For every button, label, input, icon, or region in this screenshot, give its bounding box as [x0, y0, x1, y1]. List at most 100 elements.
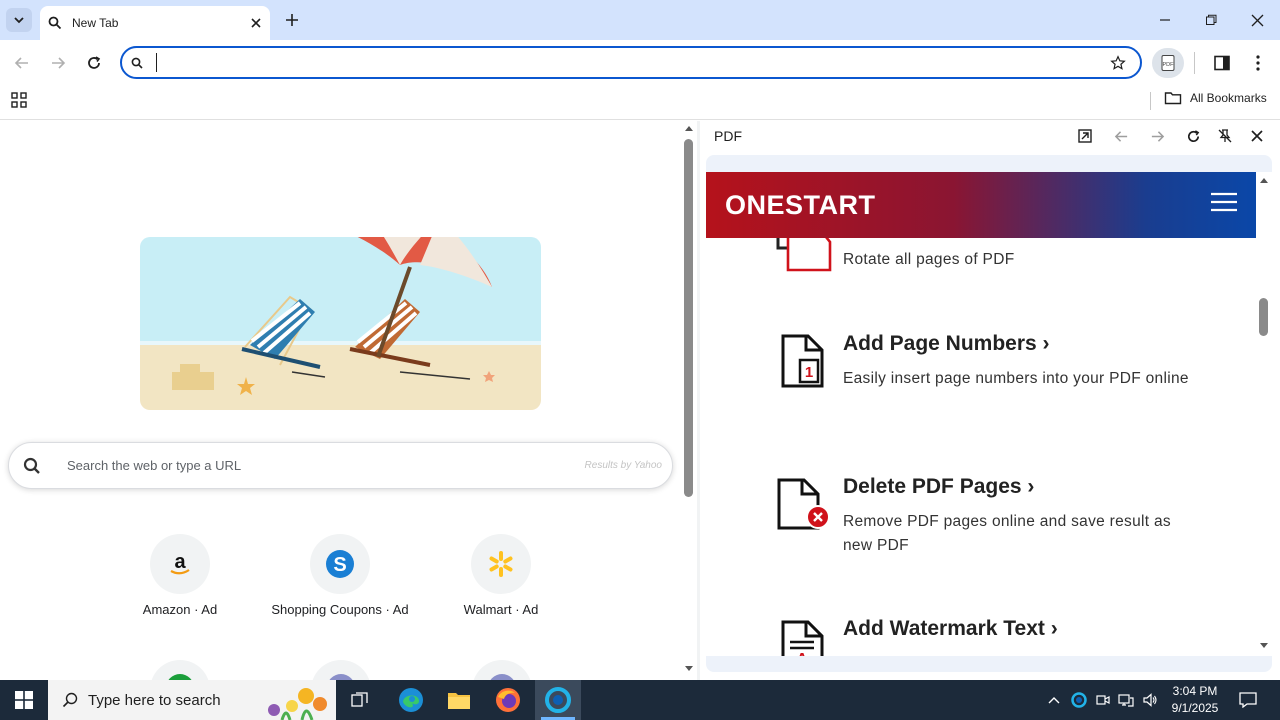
- ntp-scrollbar-thumb[interactable]: [684, 139, 693, 497]
- meet-now-button[interactable]: [1094, 690, 1112, 710]
- site-logo[interactable]: ONESTART: [725, 190, 876, 221]
- shopping-coupons-logo: S: [310, 534, 370, 594]
- delete-pages-icon: [777, 478, 830, 530]
- bookmark-star-button[interactable]: [1107, 52, 1129, 74]
- onestart-icon: [545, 687, 571, 713]
- folder-icon: [1164, 92, 1182, 105]
- clock-date: 9/1/2025: [1171, 701, 1219, 715]
- all-bookmarks-label: All Bookmarks: [1190, 91, 1267, 105]
- ntp-search-box[interactable]: Search the web or type a URL Results by …: [8, 442, 673, 489]
- close-panel-button[interactable]: [1246, 126, 1268, 146]
- clock-time: 3:04 PM: [1172, 684, 1218, 698]
- shortcut-tile-amazon[interactable]: a Amazon · Ad: [100, 534, 260, 617]
- arrow-right-icon: [52, 57, 66, 69]
- shortcut-tile-walmart[interactable]: Walmart · Ad: [421, 534, 581, 617]
- shortcut-tile-partial[interactable]: [150, 660, 210, 680]
- arrow-left-icon: [14, 57, 28, 69]
- pdf-extension-button[interactable]: PDF: [1152, 48, 1184, 78]
- watermark-icon: A: [781, 620, 824, 656]
- close-icon: [1251, 14, 1263, 26]
- tab-search-button[interactable]: [6, 8, 32, 32]
- close-icon: [1251, 130, 1263, 142]
- task-view-icon: [351, 692, 368, 707]
- arrow-right-icon: [1151, 130, 1164, 142]
- firefox-taskbar-button[interactable]: [487, 680, 529, 720]
- start-button[interactable]: [0, 680, 48, 720]
- minimize-button[interactable]: [1152, 8, 1178, 32]
- file-explorer-taskbar-button[interactable]: [438, 680, 480, 720]
- apps-button[interactable]: [8, 90, 30, 110]
- search-icon: [48, 16, 62, 30]
- reload-icon: [88, 56, 101, 69]
- feature-title-page-numbers[interactable]: Add Page Numbers ›: [843, 332, 1050, 356]
- clock[interactable]: 3:04 PM 9/1/2025: [1166, 683, 1224, 717]
- feature-title-delete-pages[interactable]: Delete PDF Pages ›: [843, 475, 1034, 499]
- apps-grid-icon: [11, 92, 27, 108]
- panel-forward-button[interactable]: [1146, 126, 1168, 146]
- scroll-down-icon[interactable]: [1259, 642, 1269, 650]
- close-window-button[interactable]: [1244, 8, 1270, 32]
- onestart-tray-button[interactable]: [1070, 690, 1088, 710]
- feature-desc-delete-pages: Remove PDF pages online and save result …: [843, 513, 1171, 554]
- svg-text:A: A: [796, 651, 808, 656]
- task-view-button[interactable]: [345, 680, 375, 720]
- show-hidden-icons-button[interactable]: [1046, 690, 1062, 710]
- shortcut-tile-shopping-coupons[interactable]: S Shopping Coupons · Ad: [260, 534, 420, 617]
- svg-text:a: a: [174, 551, 186, 573]
- chevron-up-icon: [1048, 697, 1060, 704]
- omnibox-search-icon: [130, 56, 144, 70]
- svg-text:PDF: PDF: [1163, 62, 1175, 68]
- panel-back-button[interactable]: [1110, 126, 1132, 146]
- open-in-new-icon: [1078, 129, 1092, 143]
- hamburger-menu-button[interactable]: [1211, 192, 1237, 212]
- notification-icon: [1239, 692, 1257, 708]
- side-panel-icon: [1214, 55, 1230, 71]
- side-panel-title: PDF: [714, 128, 742, 144]
- feature-desc-rotate: Rotate all pages of PDF: [843, 251, 1015, 268]
- restore-button[interactable]: [1198, 8, 1224, 32]
- shortcut-tile-partial[interactable]: [311, 660, 371, 680]
- feature-desc-page-numbers: Easily insert page numbers into your PDF…: [843, 370, 1189, 387]
- network-button[interactable]: [1117, 690, 1135, 710]
- feature-list: Rotate all pages of PDF 1 Add Page Numbe…: [706, 238, 1256, 656]
- back-button[interactable]: [10, 52, 34, 74]
- onestart-tray-icon: [1071, 692, 1087, 708]
- open-in-tab-button[interactable]: [1074, 126, 1096, 146]
- svg-text:1: 1: [805, 364, 813, 381]
- all-bookmarks-button[interactable]: All Bookmarks: [1164, 91, 1267, 105]
- unpin-button[interactable]: [1214, 126, 1236, 146]
- panel-page-scrollbar[interactable]: [1256, 172, 1272, 656]
- scroll-up-icon[interactable]: [1259, 176, 1269, 184]
- forward-button[interactable]: [46, 52, 70, 74]
- menu-button[interactable]: [1248, 52, 1268, 74]
- pdf-extension-icon: PDF: [1161, 55, 1175, 71]
- edge-taskbar-button[interactable]: [390, 680, 432, 720]
- search-icon: [23, 457, 40, 474]
- close-tab-icon[interactable]: [250, 17, 262, 29]
- notifications-button[interactable]: [1236, 688, 1260, 712]
- panel-reload-button[interactable]: [1182, 126, 1204, 146]
- side-panel-toggle[interactable]: [1210, 52, 1234, 74]
- bookmarks-divider: [1150, 92, 1151, 110]
- feature-title-watermark[interactable]: Add Watermark Text ›: [843, 617, 1058, 641]
- shortcut-tile-partial[interactable]: [472, 660, 532, 680]
- panel-scrollbar-thumb[interactable]: [1259, 298, 1268, 336]
- edge-icon: [399, 688, 423, 712]
- onestart-taskbar-button[interactable]: [535, 680, 581, 720]
- tab-new-tab[interactable]: New Tab: [40, 6, 270, 40]
- scroll-up-icon[interactable]: [684, 124, 694, 132]
- new-tab-button[interactable]: [282, 10, 302, 30]
- rotate-pdf-icon: [776, 238, 832, 272]
- chevron-down-icon: [14, 17, 24, 24]
- star-icon: [1110, 55, 1126, 70]
- windows-logo-icon: [15, 691, 33, 709]
- walmart-logo: [471, 534, 531, 594]
- ntp-scrollbar[interactable]: [683, 121, 696, 680]
- address-bar[interactable]: [120, 46, 1142, 79]
- taskbar-search-box[interactable]: Type here to search: [48, 680, 336, 720]
- reload-button[interactable]: [82, 52, 106, 74]
- amazon-logo: a: [150, 534, 210, 594]
- volume-button[interactable]: [1141, 690, 1159, 710]
- scroll-down-icon[interactable]: [684, 665, 694, 673]
- unpin-icon: [1218, 129, 1232, 143]
